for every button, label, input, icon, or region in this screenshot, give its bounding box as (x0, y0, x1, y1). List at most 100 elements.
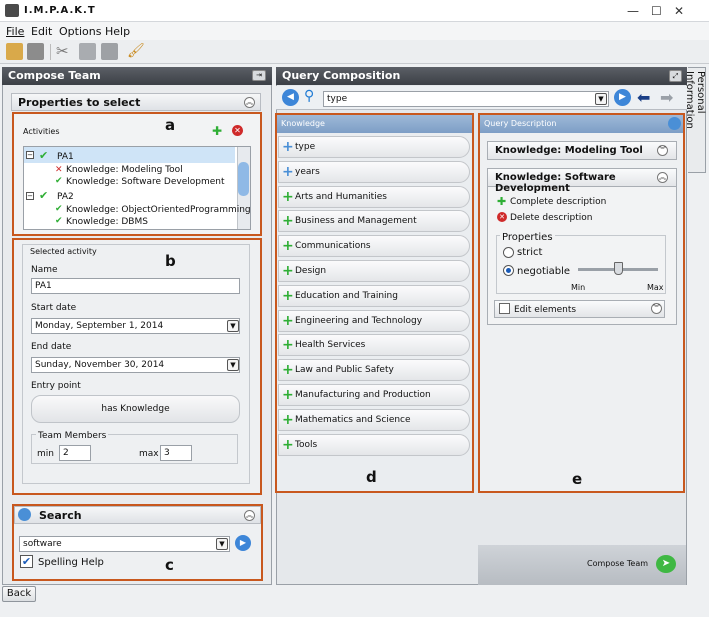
copy-icon[interactable] (79, 43, 96, 60)
knowledge-item[interactable]: + Business and Management (278, 210, 470, 233)
arrow-left-icon[interactable]: ⬅ (637, 88, 650, 107)
search-globe-icon (18, 508, 31, 521)
add-knowledge-icon[interactable]: + (282, 438, 294, 452)
start-date-label: Start date (31, 303, 77, 313)
query-input[interactable]: type (323, 91, 609, 107)
close-window-button[interactable]: ✕ (674, 4, 684, 18)
query-go-icon[interactable]: ▶ (614, 89, 631, 106)
complete-description-link[interactable]: Complete description (510, 197, 606, 207)
add-knowledge-icon[interactable]: + (282, 214, 294, 228)
entry-point-button[interactable]: has Knowledge (31, 395, 240, 423)
knowledge-item[interactable]: + Engineering and Technology (278, 309, 470, 332)
expand-icon[interactable]: ︾ (657, 145, 668, 156)
save-icon[interactable] (27, 43, 44, 60)
menu-options[interactable]: Options (59, 25, 101, 38)
tree-expander-icon[interactable]: − (26, 192, 34, 200)
description-item-header[interactable]: Knowledge: Software Development (487, 168, 677, 194)
knowledge-item-label: Mathematics and Science (295, 414, 411, 425)
strict-radio[interactable] (503, 247, 514, 258)
knowledge-item[interactable]: + Education and Training (278, 284, 470, 307)
chevron-down-icon[interactable]: ▼ (227, 320, 239, 332)
knowledge-item[interactable]: + Mathematics and Science (278, 408, 470, 431)
knowledge-item[interactable]: + Law and Public Safety (278, 359, 470, 382)
knowledge-item[interactable]: + Health Services (278, 334, 470, 357)
paste-icon[interactable] (101, 43, 118, 60)
add-knowledge-icon[interactable]: + (282, 314, 294, 328)
knowledge-item-label: type (295, 142, 316, 152)
add-knowledge-icon[interactable]: + (282, 264, 294, 278)
nav-back-icon[interactable]: ◀ (282, 89, 299, 106)
menu-help[interactable]: Help (105, 25, 130, 38)
tree-node-modeling-tool[interactable]: Knowledge: Modeling Tool (66, 165, 183, 175)
tree-node-software-development[interactable]: Knowledge: Software Development (66, 177, 225, 187)
open-folder-icon[interactable] (6, 43, 23, 60)
knowledge-item[interactable]: + Manufacturing and Production (278, 384, 470, 406)
end-date-field[interactable]: Sunday, November 30, 2014 (31, 357, 240, 373)
menu-file[interactable]: File (6, 25, 24, 38)
add-knowledge-icon[interactable]: + (282, 140, 294, 154)
description-info-icon[interactable] (668, 117, 681, 130)
knowledge-item[interactable]: + Tools (278, 433, 470, 456)
label-e: e (572, 470, 583, 488)
remove-activity-icon[interactable]: ✕ (232, 125, 243, 136)
tree-scrollbar-thumb[interactable] (238, 162, 249, 196)
add-knowledge-icon[interactable]: + (282, 190, 294, 204)
search-collapse-icon[interactable]: ︽ (244, 510, 255, 521)
knowledge-item[interactable]: + Communications (278, 235, 470, 258)
start-date-field[interactable]: Monday, September 1, 2014 (31, 318, 240, 334)
add-knowledge-icon[interactable]: + (282, 289, 294, 303)
max-label: max (139, 449, 159, 459)
chevron-down-icon[interactable]: ▼ (216, 538, 228, 550)
tree-node-pa2[interactable]: PA2 (57, 192, 74, 202)
expand-icon[interactable]: ︾ (651, 303, 662, 314)
knowledge-item[interactable]: + type (278, 136, 470, 158)
arrow-right-icon[interactable]: ➡ (660, 88, 673, 107)
add-activity-icon[interactable]: ✚ (212, 124, 222, 138)
knowledge-item[interactable]: + years (278, 160, 470, 183)
back-button[interactable]: Back (2, 586, 36, 602)
add-knowledge-icon[interactable]: + (282, 239, 294, 253)
maximize-panel-button[interactable]: ⤢ (669, 70, 682, 82)
name-field[interactable]: PA1 (31, 278, 240, 294)
chevron-down-icon[interactable]: ▼ (227, 359, 239, 371)
edit-elements-bar[interactable]: Edit elements (494, 300, 665, 318)
min-members-field[interactable]: 2 (59, 445, 91, 461)
spelling-help-label: Spelling Help (38, 557, 104, 568)
query-description-header: Query Description (480, 115, 683, 133)
add-knowledge-icon[interactable]: + (282, 413, 294, 427)
clear-brush-icon[interactable]: 🖌 (127, 43, 145, 60)
matched-check-icon: ✔ (55, 204, 63, 214)
max-members-field[interactable]: 3 (160, 445, 192, 461)
search-input[interactable]: software (19, 536, 230, 552)
negotiable-radio[interactable] (503, 265, 514, 276)
collapse-panel-button[interactable]: ⇥ (252, 70, 266, 81)
tree-selected-row (24, 147, 235, 163)
tree-node-oop[interactable]: Knowledge: ObjectOrientedProgramming (66, 205, 251, 215)
collapse-icon[interactable]: ︽ (657, 172, 668, 183)
add-knowledge-icon[interactable]: + (282, 388, 294, 402)
tree-node-dbms[interactable]: Knowledge: DBMS (66, 217, 148, 227)
add-knowledge-icon[interactable]: + (282, 363, 294, 377)
maximize-button[interactable]: ☐ (651, 4, 662, 18)
tree-expander-icon[interactable]: − (26, 151, 34, 159)
chevron-down-icon[interactable]: ▼ (595, 93, 607, 105)
matched-check-icon: ✔ (55, 216, 63, 226)
menu-edit[interactable]: Edit (31, 25, 52, 38)
compose-team-label[interactable]: Compose Team (587, 559, 648, 568)
magic-wand-icon[interactable]: ⚲ (304, 88, 314, 104)
compose-team-go-icon[interactable]: ➤ (656, 555, 676, 573)
minimize-button[interactable]: — (627, 4, 639, 18)
negotiation-slider-thumb[interactable] (614, 262, 623, 275)
search-go-button[interactable]: ▶ (235, 535, 251, 551)
tree-node-pa1[interactable]: PA1 (57, 152, 74, 162)
spelling-help-checkbox[interactable]: ✔ (20, 555, 33, 568)
cut-icon[interactable]: ✂ (56, 43, 73, 60)
delete-description-link[interactable]: Delete description (510, 213, 592, 223)
knowledge-item-label: Health Services (295, 340, 366, 351)
knowledge-item[interactable]: + Arts and Humanities (278, 185, 470, 208)
add-knowledge-icon[interactable]: + (282, 338, 294, 352)
description-item-modeling-tool[interactable]: Knowledge: Modeling Tool (487, 141, 677, 160)
knowledge-item[interactable]: + Design (278, 260, 470, 282)
properties-collapse-icon[interactable]: ︽ (244, 97, 255, 108)
add-knowledge-icon[interactable]: + (282, 165, 294, 179)
